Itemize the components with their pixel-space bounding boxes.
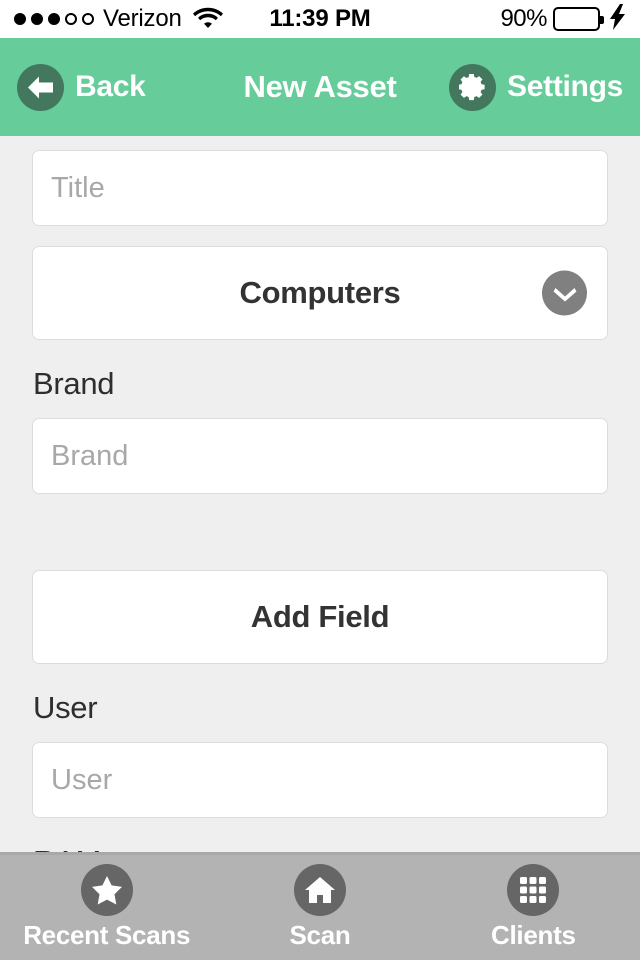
phone-screen: Verizon 11:39 PM 90% Back New Asset Sett… — [0, 0, 640, 960]
gear-icon — [449, 63, 497, 111]
category-dropdown[interactable]: Computers — [32, 246, 608, 340]
ram-label: RAM — [32, 844, 608, 852]
form-content: Computers Brand Add Field User RAM — [0, 136, 640, 852]
settings-button[interactable]: Settings — [449, 63, 623, 111]
signal-strength-indicator — [14, 13, 94, 25]
grid-icon — [507, 864, 560, 916]
signal-dot-empty — [82, 13, 94, 25]
signal-dot-filled — [14, 13, 26, 25]
wifi-icon — [192, 6, 223, 33]
user-label: User — [33, 690, 98, 725]
status-bar-right: 90% — [500, 3, 626, 35]
signal-dot-empty — [65, 13, 77, 25]
signal-dot-filled — [31, 13, 43, 25]
battery-icon — [553, 7, 604, 31]
user-input[interactable] — [32, 742, 608, 818]
back-button[interactable]: Back — [17, 63, 146, 111]
signal-dot-filled — [48, 13, 60, 25]
back-button-label: Back — [75, 70, 146, 103]
battery-percentage: 90% — [500, 5, 547, 32]
tab-scan-label: Scan — [289, 920, 351, 950]
navigation-bar: Back New Asset Settings — [0, 38, 640, 136]
lightning-bolt-icon — [610, 3, 626, 35]
star-icon — [80, 864, 133, 916]
home-icon — [293, 864, 346, 916]
title-input[interactable] — [32, 150, 608, 226]
arrow-left-icon — [17, 63, 64, 111]
tab-recent-scans[interactable]: Recent Scans — [0, 855, 213, 960]
chevron-down-icon[interactable] — [542, 270, 587, 316]
add-field-button-label: Add Field — [250, 599, 390, 634]
tab-recent-scans-label: Recent Scans — [23, 920, 191, 950]
tab-clients-label: Clients — [491, 920, 576, 950]
category-dropdown-value: Computers — [239, 275, 401, 310]
tab-bar: Recent Scans Scan Clients — [0, 852, 640, 960]
status-bar: Verizon 11:39 PM 90% — [0, 0, 640, 38]
tab-scan[interactable]: Scan — [213, 855, 426, 960]
status-bar-left: Verizon — [14, 5, 223, 33]
brand-label: Brand — [33, 366, 115, 401]
add-field-button[interactable]: Add Field — [32, 570, 608, 664]
settings-button-label: Settings — [507, 70, 623, 103]
carrier-name: Verizon — [103, 5, 182, 32]
brand-input[interactable] — [32, 418, 608, 494]
tab-clients[interactable]: Clients — [427, 855, 640, 960]
